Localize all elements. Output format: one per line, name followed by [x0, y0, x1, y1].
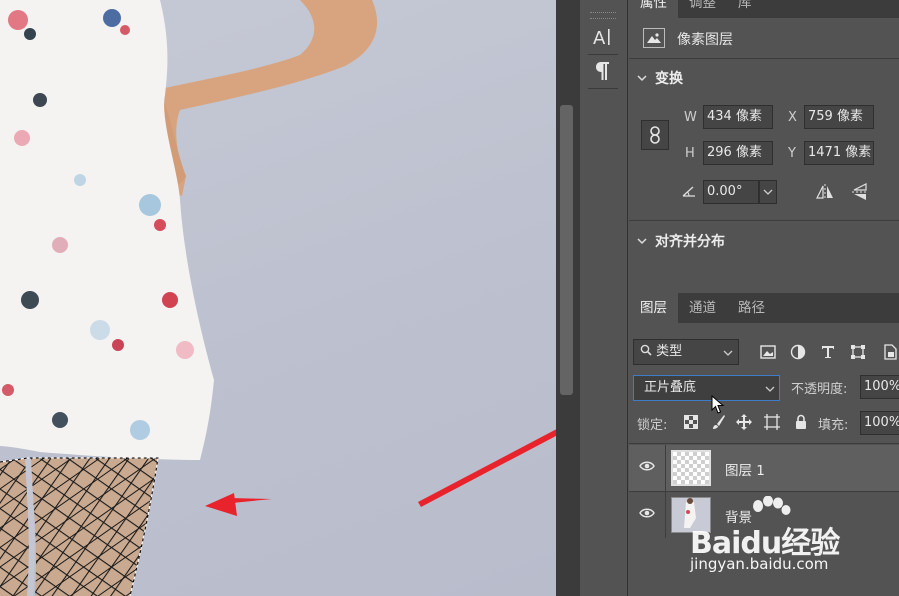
layer-filter-select[interactable]: 类型 — [633, 339, 739, 365]
opacity-label: 不透明度: — [791, 382, 848, 397]
lock-all-icon[interactable] — [793, 413, 809, 431]
filter-kind-label: 类型 — [656, 344, 683, 359]
tab-libraries[interactable]: 库 — [727, 0, 763, 18]
align-title: 对齐并分布 — [655, 234, 725, 250]
lock-image-pixels-icon[interactable] — [711, 413, 727, 431]
fill-field[interactable]: 100% — [860, 411, 899, 435]
layer-thumbnail — [671, 450, 711, 486]
height-field[interactable]: 296 像素 — [703, 141, 773, 165]
chevron-down-icon — [765, 386, 775, 392]
properties-tabs: 属性 调整 库 — [629, 0, 899, 18]
layers-tabs: 图层 通道 路径 — [629, 293, 899, 323]
tab-adjustments[interactable]: 调整 — [678, 0, 727, 18]
search-icon — [640, 344, 652, 356]
blend-mode-select[interactable]: 正片叠底 — [633, 375, 780, 401]
watermark-site: jingyan.baidu.com — [690, 555, 829, 573]
character-icon[interactable]: A — [588, 24, 618, 50]
lock-artboard-icon[interactable] — [763, 413, 781, 431]
x-label: X — [788, 110, 797, 125]
width-field[interactable]: 434 像素 — [703, 105, 773, 129]
y-label: Y — [788, 146, 796, 161]
tab-properties[interactable]: 属性 — [629, 0, 678, 18]
tab-layers[interactable]: 图层 — [629, 293, 678, 323]
chevron-down-icon — [763, 189, 773, 195]
paragraph-icon[interactable] — [588, 58, 618, 84]
layer-kind-label: 像素图层 — [677, 32, 733, 48]
chevron-down-icon — [723, 350, 733, 356]
flip-horizontal-icon — [816, 184, 833, 200]
layer-row[interactable]: 图层 1 — [629, 445, 899, 491]
align-section-header[interactable]: 对齐并分布 — [637, 231, 725, 251]
mouse-cursor-icon — [711, 395, 725, 414]
visibility-eye-icon[interactable] — [639, 460, 655, 476]
transform-title: 变换 — [655, 71, 683, 87]
fill-label: 填充: — [818, 418, 849, 433]
scrollbar-thumb[interactable] — [560, 105, 573, 395]
angle-field[interactable]: 0.00° — [703, 180, 759, 204]
panel-grip[interactable] — [590, 12, 616, 19]
blend-mode-value: 正片叠底 — [644, 380, 697, 395]
visibility-eye-icon[interactable] — [639, 507, 655, 523]
link-icon — [650, 126, 660, 144]
y-position-field[interactable]: 1471 像素 — [804, 141, 874, 165]
svg-text:A: A — [593, 28, 606, 48]
collapsed-panel-column: A — [579, 0, 628, 596]
tab-channels[interactable]: 通道 — [678, 293, 727, 323]
lock-label: 锁定: — [637, 418, 668, 433]
model-dress — [0, 0, 214, 460]
layer-name[interactable]: 图层 1 — [725, 459, 765, 479]
chevron-down-icon — [637, 238, 647, 245]
filter-smart-object-icon[interactable] — [881, 343, 899, 361]
baidu-watermark: Baidu经验 jingyan.baidu.com — [686, 496, 899, 596]
lock-position-icon[interactable] — [735, 413, 753, 431]
properties-panel: 属性 调整 库 像素图层 变换 W 434 像素 X 759 像素 H 296 … — [629, 0, 899, 290]
transform-section-header[interactable]: 变换 — [637, 68, 683, 88]
lock-transparent-pixels-icon[interactable] — [683, 414, 699, 430]
pixel-layer-icon — [643, 28, 665, 48]
x-position-field[interactable]: 759 像素 — [804, 105, 874, 129]
height-label: H — [685, 146, 695, 161]
flip-vertical-icon — [852, 183, 868, 200]
filter-adjustment-icon[interactable] — [789, 343, 807, 361]
canvas-scrollbar[interactable] — [556, 0, 579, 596]
angle-dropdown[interactable] — [759, 180, 777, 204]
annotation-arrow-left — [205, 493, 272, 516]
width-label: W — [684, 110, 697, 125]
filter-pixel-icon[interactable] — [759, 343, 777, 361]
flip-vertical-button[interactable] — [849, 181, 871, 203]
chevron-down-icon — [637, 75, 647, 82]
angle-icon — [681, 183, 697, 199]
flip-horizontal-button[interactable] — [814, 182, 836, 202]
filter-type-icon[interactable] — [819, 343, 837, 361]
tab-paths[interactable]: 路径 — [727, 293, 776, 323]
link-dimensions-button[interactable] — [641, 120, 669, 150]
opacity-field[interactable]: 100% — [860, 375, 899, 399]
filter-shape-icon[interactable] — [849, 343, 867, 361]
